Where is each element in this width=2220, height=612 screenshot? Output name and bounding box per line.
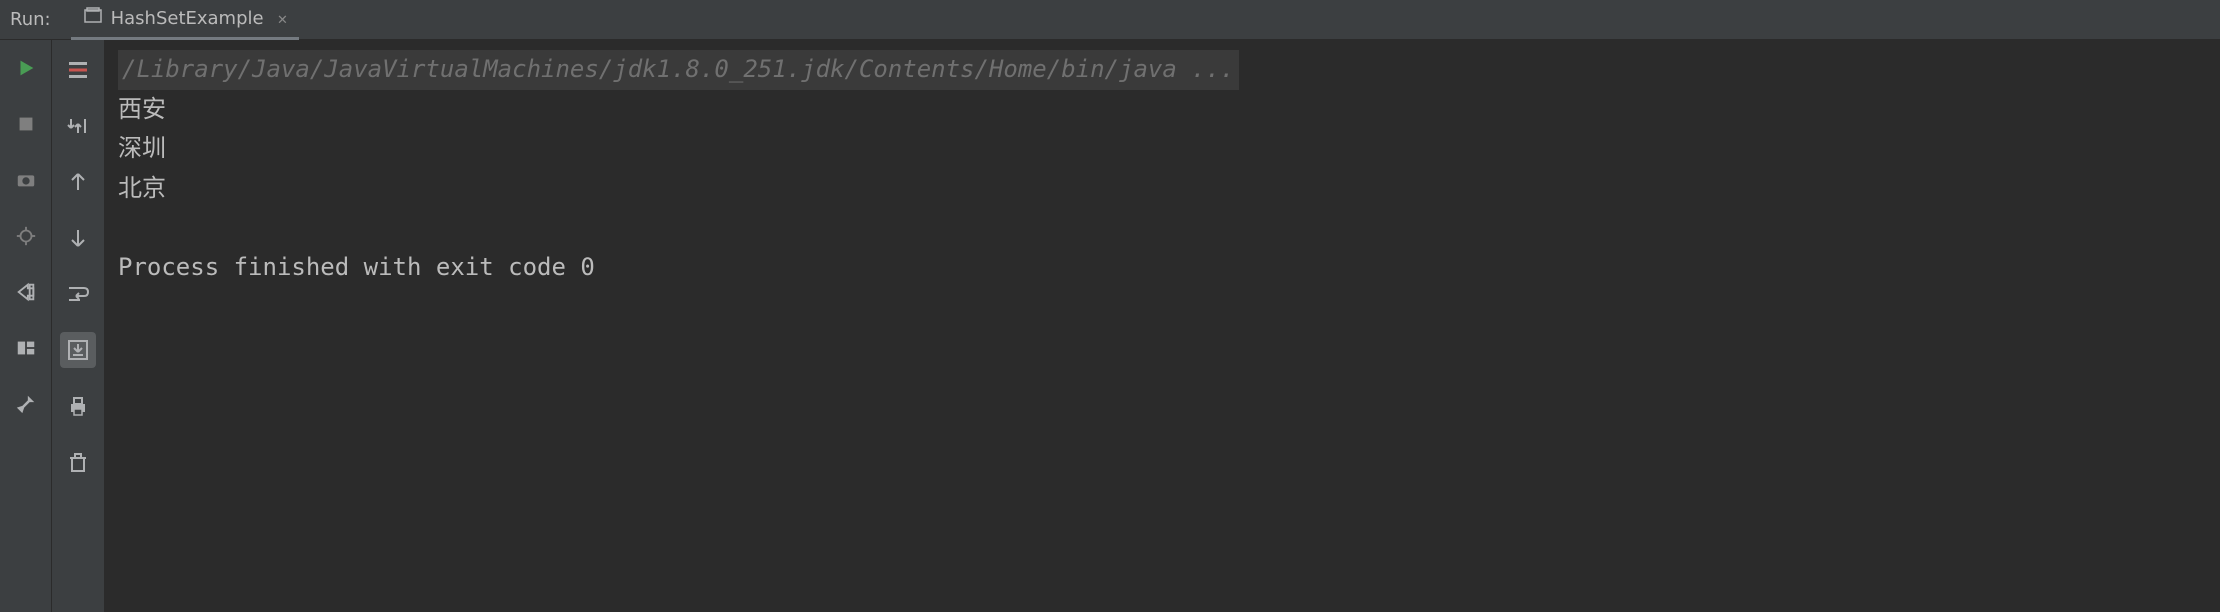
tab-title: HashSetExample	[111, 8, 264, 29]
close-icon[interactable]: ✕	[272, 9, 288, 28]
dump-threads-button[interactable]	[10, 164, 42, 196]
output-line: 深圳	[118, 129, 2206, 169]
console-toolbar	[52, 40, 104, 612]
main-area: /Library/Java/JavaVirtualMachines/jdk1.8…	[0, 40, 2220, 612]
exit-button[interactable]	[10, 276, 42, 308]
wrap-lines-button[interactable]	[60, 276, 96, 312]
scroll-down-button[interactable]	[60, 220, 96, 256]
tool-window-header: Run: HashSetExample ✕	[0, 0, 2220, 40]
print-button[interactable]	[60, 388, 96, 424]
show-filters-button[interactable]	[60, 52, 96, 88]
run-config-icon	[83, 6, 103, 30]
output-line: 西安	[118, 90, 2206, 130]
scroll-up-button[interactable]	[60, 164, 96, 200]
rerun-button[interactable]	[10, 52, 42, 84]
stop-button[interactable]	[10, 108, 42, 140]
clear-all-button[interactable]	[60, 444, 96, 480]
debug-button[interactable]	[10, 220, 42, 252]
output-line: 北京	[118, 169, 2206, 209]
left-gutter	[0, 40, 52, 612]
toggle-soft-wrap-button[interactable]	[60, 108, 96, 144]
pin-button[interactable]	[10, 388, 42, 420]
run-tab[interactable]: HashSetExample ✕	[71, 0, 300, 40]
blank-line	[118, 208, 2206, 248]
exit-message: Process finished with exit code 0	[118, 248, 2206, 288]
layout-button[interactable]	[10, 332, 42, 364]
run-label: Run:	[10, 9, 71, 30]
scroll-to-end-button[interactable]	[60, 332, 96, 368]
command-line: /Library/Java/JavaVirtualMachines/jdk1.8…	[118, 50, 1239, 90]
console-output[interactable]: /Library/Java/JavaVirtualMachines/jdk1.8…	[104, 40, 2220, 612]
